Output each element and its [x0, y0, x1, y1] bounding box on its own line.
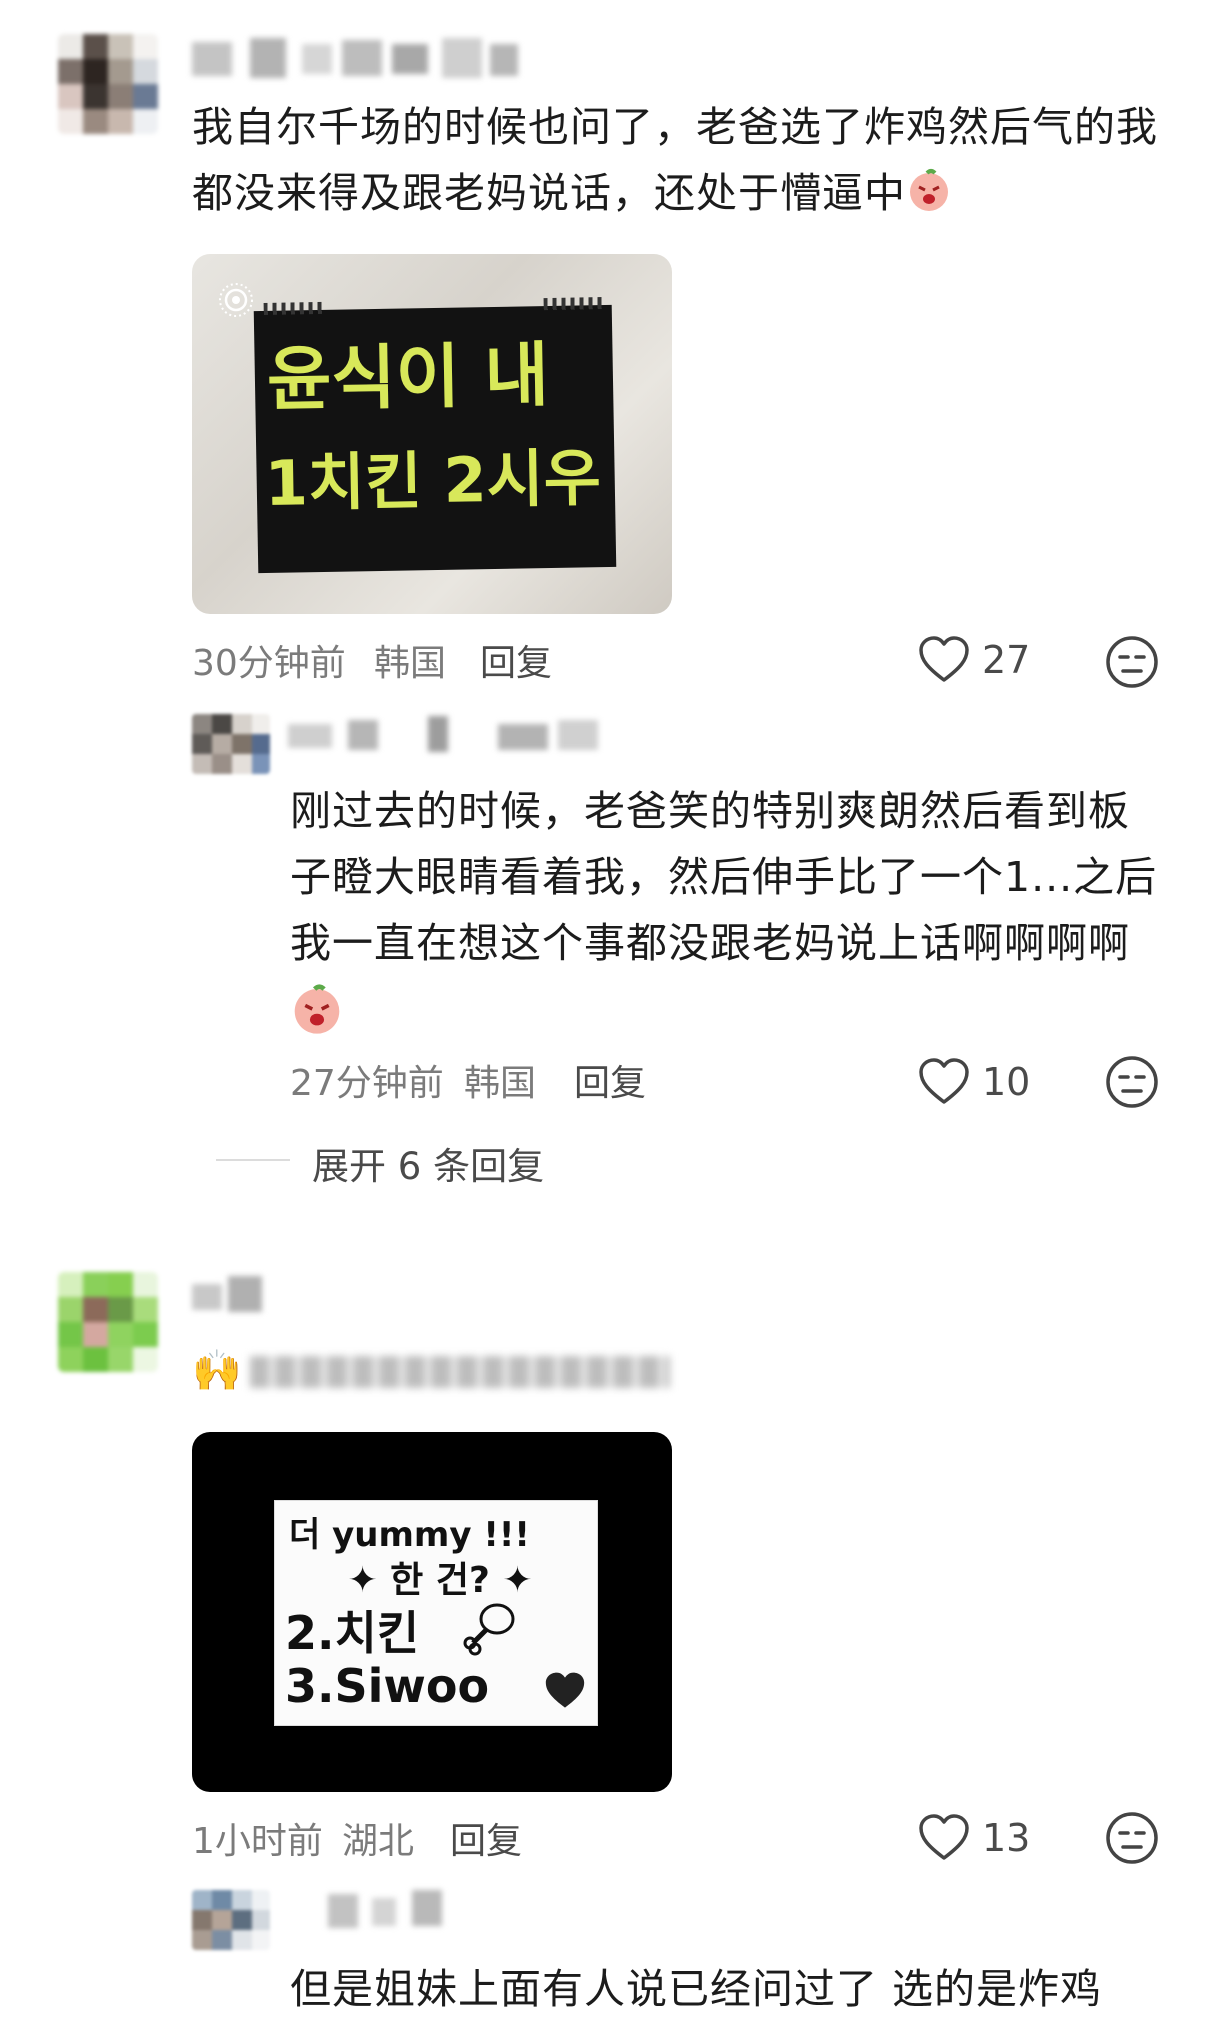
comment-line: 我自尔千场的时候也问了，老爸选了炸鸡然后气的我 — [192, 103, 1158, 151]
heart-outline-icon — [918, 636, 970, 688]
comment-time: 30分钟前 — [192, 643, 346, 684]
avatar[interactable] — [58, 1272, 158, 1372]
reply-time: 27分钟前 — [290, 1063, 444, 1104]
username[interactable] — [192, 38, 522, 80]
avatar[interactable] — [192, 1890, 270, 1950]
expand-label: 展开 6 条回复 — [312, 1145, 545, 1188]
card-line3: 2.치킨 — [285, 1606, 420, 1660]
live-photo-icon[interactable] — [216, 280, 256, 320]
card-line4: 3.Siwoo — [285, 1659, 490, 1713]
heart-outline-icon — [918, 1814, 970, 1866]
like-count: 27 — [982, 638, 1031, 682]
like-count: 10 — [982, 1060, 1031, 1104]
crying-peach-emoji — [290, 976, 1170, 1042]
username[interactable] — [328, 1890, 448, 1930]
heart-outline-icon — [918, 1058, 970, 1110]
crying-peach-emoji — [906, 166, 952, 212]
like-button[interactable]: 10 — [918, 1054, 1031, 1110]
sign-board: 윤식이 내 1치킨 2시우 — [253, 297, 617, 574]
reply-line: 子瞪大眼睛看着我，然后伸手比了一个1...之后 — [290, 853, 1158, 901]
reply-location: 韩国 — [464, 1063, 537, 1104]
expand-divider — [216, 1159, 290, 1161]
reply-line: 刚过去的时候，老爸笑的特别爽朗然后看到板 — [290, 787, 1130, 835]
reply-button[interactable]: 回复 — [480, 634, 552, 686]
expand-replies[interactable]: 展开 6 条回复 — [216, 1136, 616, 1188]
raised-hands-emoji: 🙌 — [192, 1348, 242, 1394]
comment-text-row: 🙌 — [192, 1346, 692, 1396]
avatar[interactable] — [58, 34, 158, 134]
reply-text: 但是姐妹上面有人说已经问过了 选的是炸鸡 — [290, 1965, 1103, 2013]
comment-time: 1小时前 — [192, 1821, 323, 1862]
drumstick-icon — [459, 1597, 519, 1657]
reply-line: 我一直在想这个事都没跟老妈说上话啊啊啊啊 — [290, 919, 1130, 967]
sign-text-line2: 1치킨 2시우 — [264, 441, 602, 520]
sign-card: 더 yummy !!! ✦ 한 건? ✦ 2.치킨 3.Siwoo — [274, 1500, 598, 1726]
comment-line: 都没来得及跟老妈说话，还处于懵逼中 — [192, 160, 1172, 226]
heart-filled-icon — [543, 1671, 587, 1711]
avatar[interactable] — [192, 714, 270, 774]
like-count: 13 — [982, 1816, 1031, 1860]
comment-location: 韩国 — [374, 643, 447, 684]
spiral-binding — [543, 297, 604, 311]
comment-image[interactable]: 더 yummy !!! ✦ 한 건? ✦ 2.치킨 3.Siwoo — [192, 1432, 672, 1792]
meh-face-icon[interactable] — [1104, 634, 1160, 690]
spiral-binding — [263, 301, 324, 315]
comment-text: 我自尔千场的时候也问了，老爸选了炸鸡然后气的我 都没来得及跟老妈说话，还处于懵逼… — [192, 94, 1172, 226]
reply-text: 刚过去的时候，老爸笑的特别爽朗然后看到板 子瞪大眼睛看着我，然后伸手比了一个1.… — [290, 778, 1170, 1042]
username[interactable] — [288, 716, 608, 756]
like-button[interactable]: 13 — [918, 1810, 1031, 1866]
sign-text-line1: 윤식이 내 — [266, 334, 550, 421]
username[interactable] — [192, 1276, 272, 1314]
comment-image[interactable]: 윤식이 내 1치킨 2시우 — [192, 254, 672, 614]
meh-face-icon[interactable] — [1104, 1054, 1160, 1110]
reply-button[interactable]: 回复 — [574, 1054, 646, 1106]
reply-button[interactable]: 回复 — [450, 1812, 522, 1864]
comment-location: 湖北 — [342, 1821, 415, 1862]
meh-face-icon[interactable] — [1104, 1810, 1160, 1866]
card-line2: ✦ 한 건? ✦ — [347, 1560, 533, 1601]
redacted-text — [250, 1356, 670, 1388]
like-button[interactable]: 27 — [918, 632, 1031, 688]
card-line2-text: 한 건? — [390, 1560, 490, 1601]
card-line1: 더 yummy !!! — [289, 1515, 530, 1555]
